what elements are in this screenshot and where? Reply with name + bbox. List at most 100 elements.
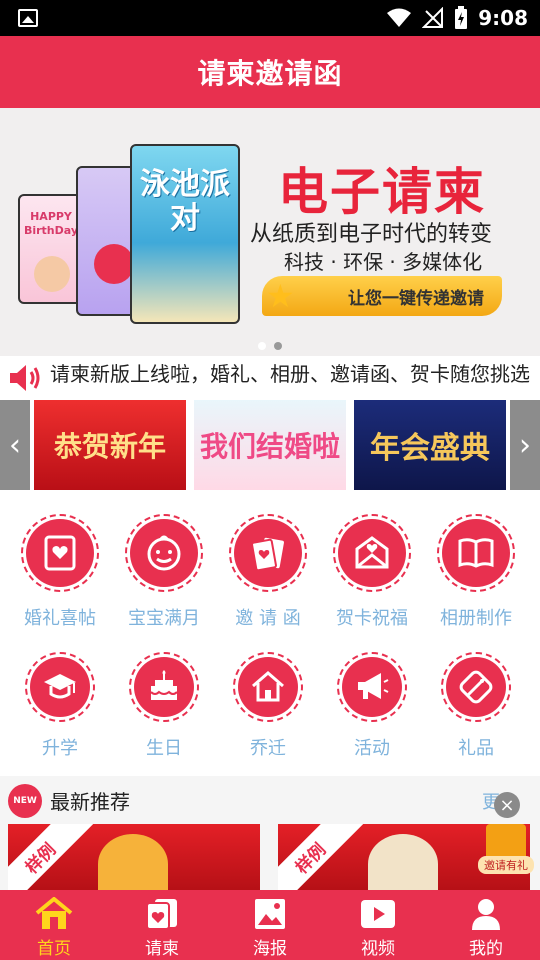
recommend-card[interactable]: 样例: [8, 824, 260, 894]
category-circle: [338, 519, 406, 587]
battery-charging-icon: [455, 6, 468, 29]
notice-bar[interactable]: 请柬新版上线啦，婚礼、相册、邀请函、贺卡随您挑选: [0, 356, 540, 398]
nav-label: 首页: [37, 938, 71, 959]
signal-off-icon: [422, 7, 444, 28]
chevron-left-icon[interactable]: ‹: [0, 400, 30, 490]
category-event[interactable]: 活动: [320, 652, 424, 782]
graduation-cap-icon: [44, 674, 76, 699]
invitation-cards-icon: [251, 537, 284, 572]
category-label: 贺卡祝福: [336, 608, 408, 629]
category-label: 宝宝满月: [128, 608, 200, 629]
category-label: 生日: [146, 738, 182, 759]
birthday-cake-icon: [150, 670, 178, 700]
category-circle: [442, 519, 510, 587]
nav-label: 我的: [469, 938, 503, 959]
category-label: 婚礼喜帖: [24, 608, 96, 629]
baby-face-icon: [147, 535, 181, 571]
nav-home[interactable]: 首页: [0, 890, 108, 960]
phone-birthday: HAPPY BirthDay: [18, 194, 84, 304]
video-play-icon: [361, 899, 395, 928]
gift-box-icon: [486, 824, 526, 860]
category-label: 升学: [42, 738, 78, 759]
category-invitation[interactable]: 邀 请 函: [216, 514, 320, 644]
image-notification-icon: [18, 9, 38, 27]
nav-label: 视频: [361, 938, 395, 959]
banner-subtitle: 从纸质到电子时代的转变: [250, 222, 493, 247]
template-carousel: ‹ 恭贺新年 我们结婚啦 年会盛典 ›: [0, 400, 540, 490]
category-ring: [333, 514, 411, 592]
clock: 9:08: [478, 6, 528, 30]
category-wedding[interactable]: 婚礼喜帖: [8, 514, 112, 644]
app-header: 请柬邀请函: [0, 36, 540, 108]
nav-icon-wrap: [142, 896, 182, 932]
category-ring: [129, 652, 199, 722]
category-greeting[interactable]: 贺卡祝福: [320, 514, 424, 644]
wifi-icon: [387, 8, 412, 27]
speaker-icon: [10, 365, 40, 391]
status-bar: 9:08: [0, 0, 540, 36]
phone-pool-text: 泳池派对: [140, 167, 230, 236]
category-circle: [130, 519, 198, 587]
sample-ribbon: 样例: [8, 824, 96, 894]
chevron-right-icon[interactable]: ›: [510, 400, 540, 490]
home-icon: [35, 896, 73, 929]
category-ring: [441, 652, 511, 722]
category-grid: 婚礼喜帖 宝宝满月 邀 请 函 贺卡祝福 相册制作 升学 生日 乔迁 活动 礼品: [0, 498, 540, 774]
photo-album-icon: [458, 538, 494, 568]
category-baby[interactable]: 宝宝满月: [112, 514, 216, 644]
recommend-header: NEW 最新推荐 更多: [0, 776, 540, 824]
pager-dot[interactable]: [258, 342, 266, 350]
category-birthday[interactable]: 生日: [112, 652, 216, 782]
nav-mine[interactable]: 我的: [432, 890, 540, 960]
nav-label: 请柬: [145, 938, 179, 959]
new-badge: NEW: [8, 784, 42, 818]
page-title: 请柬邀请函: [197, 57, 343, 90]
category-ring: [229, 514, 307, 592]
pager-dot-active[interactable]: [274, 342, 282, 350]
baby-photo: [34, 256, 70, 292]
category-label: 活动: [354, 738, 390, 759]
invite-gift-float[interactable]: 邀请有礼: [478, 818, 534, 874]
close-icon[interactable]: ×: [494, 792, 520, 818]
nav-icon-wrap: [250, 896, 290, 932]
template-thumb[interactable]: 我们结婚啦: [194, 400, 346, 490]
category-ring: [25, 652, 95, 722]
nav-poster[interactable]: 海报: [216, 890, 324, 960]
banner-cta-button[interactable]: ★ 让您一键传递邀请: [262, 276, 502, 316]
nav-icon-wrap: [358, 896, 398, 932]
nav-video[interactable]: 视频: [324, 890, 432, 960]
banner-cta-label: 让您一键传递邀请: [348, 288, 484, 309]
category-circle: [134, 657, 194, 717]
category-ring: [21, 514, 99, 592]
template-thumb[interactable]: 年会盛典: [354, 400, 506, 490]
poster-icon: [255, 898, 285, 929]
template-thumb[interactable]: 恭贺新年: [34, 400, 186, 490]
nav-label: 海报: [253, 938, 287, 959]
notice-text: 请柬新版上线啦，婚礼、相册、邀请函、贺卡随您挑选: [50, 362, 530, 386]
category-housewarming[interactable]: 乔迁: [216, 652, 320, 782]
category-circle: [234, 519, 302, 587]
invite-gift-label: 邀请有礼: [478, 856, 534, 874]
phone-birthday-text: HAPPY BirthDay: [23, 210, 79, 237]
category-circle: [238, 657, 298, 717]
user-icon: [472, 898, 500, 930]
sample-ribbon: 样例: [278, 824, 366, 894]
category-label: 邀 请 函: [235, 608, 301, 629]
category-circle: [446, 657, 506, 717]
promo-banner[interactable]: HAPPY BirthDay 泳池派对 电子请柬 从纸质到电子时代的转变 科技 …: [0, 108, 540, 356]
category-ring: [437, 514, 515, 592]
category-gift[interactable]: 礼品: [424, 652, 528, 782]
megaphone-icon: [358, 673, 389, 699]
app-root: 9:08 请柬邀请函 HAPPY BirthDay 泳池派对 电子请柬 从纸质到…: [0, 0, 540, 960]
category-album[interactable]: 相册制作: [424, 514, 528, 644]
category-ring: [125, 514, 203, 592]
category-label: 礼品: [458, 738, 494, 759]
category-graduation[interactable]: 升学: [8, 652, 112, 782]
nav-icon-wrap: [466, 896, 506, 932]
lion-dance-image: [368, 834, 438, 894]
cake-image: [94, 244, 134, 284]
nav-invitation[interactable]: 请柬: [108, 890, 216, 960]
house-icon: [252, 671, 284, 702]
banner-features: 科技 · 环保 · 多媒体化: [284, 250, 483, 274]
category-ring: [337, 652, 407, 722]
